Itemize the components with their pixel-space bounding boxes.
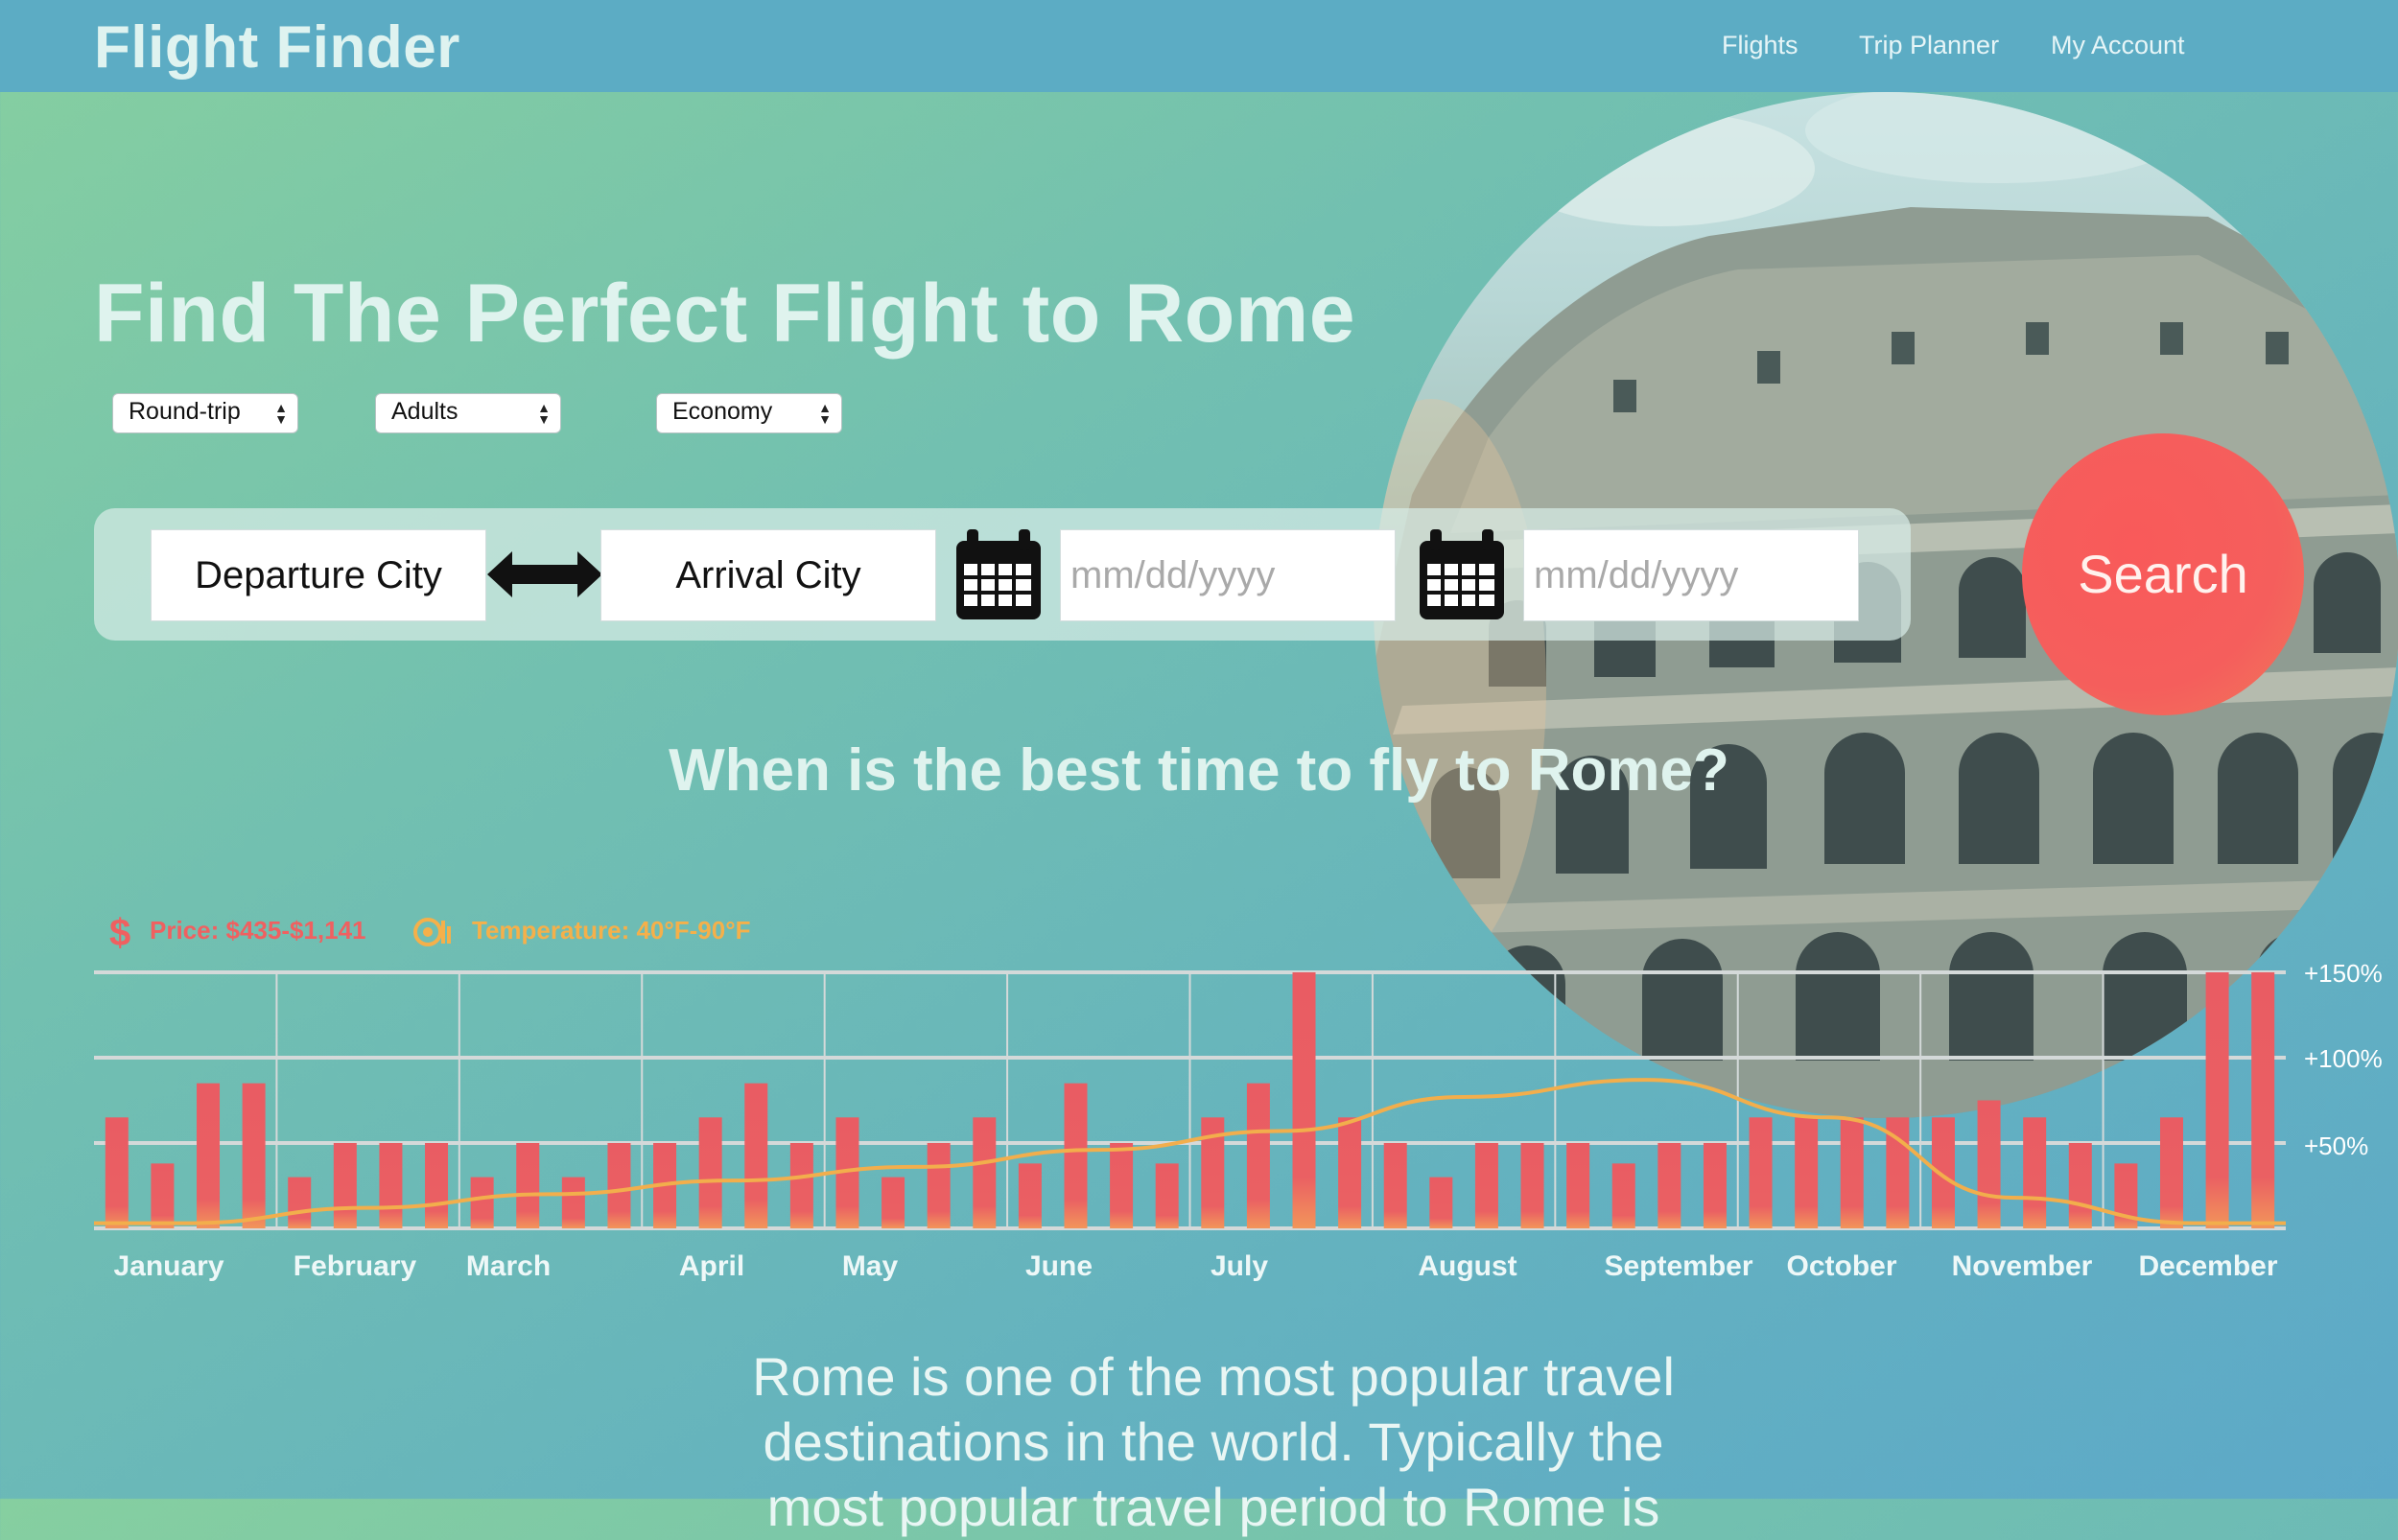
price-bar <box>1292 972 1316 1228</box>
x-axis-month-label: December <box>2138 1250 2277 1282</box>
y-axis-label: +150% <box>2304 959 2383 988</box>
price-bar <box>1246 1083 1270 1228</box>
x-axis-month-label: September <box>1604 1250 1752 1282</box>
hero-title: Find The Perfect Flight to Rome <box>94 268 1356 360</box>
price-bar <box>1018 1163 1042 1228</box>
temperature-legend: Temperature: 40°F-90°F <box>472 916 751 945</box>
x-axis-month-label: August <box>1418 1250 1516 1282</box>
select-arrows-icon: ▲ ▼ <box>537 400 551 427</box>
swap-arrow-icon[interactable] <box>487 549 602 599</box>
description-line: Rome is one of the most popular travel <box>752 1346 1675 1407</box>
price-bar <box>744 1083 768 1228</box>
brand-logo[interactable]: Flight Finder <box>94 13 460 82</box>
price-bar <box>425 1143 449 1228</box>
price-bar <box>1703 1143 1727 1228</box>
price-bar <box>1520 1143 1544 1228</box>
x-axis-month-label: June <box>1025 1250 1093 1282</box>
price-bar <box>470 1177 494 1228</box>
price-bar <box>2023 1117 2047 1228</box>
price-bar <box>1840 1117 1864 1228</box>
thermometer-icon <box>413 918 451 946</box>
select-arrows-icon: ▲ ▼ <box>274 400 288 427</box>
price-bar <box>698 1117 722 1228</box>
price-bar <box>516 1143 540 1228</box>
select-arrows-icon: ▲ ▼ <box>818 400 832 427</box>
x-axis-month-label: May <box>842 1250 899 1282</box>
nav-my-account[interactable]: My Account <box>2051 31 2185 60</box>
best-time-heading: When is the best time to fly to Rome? <box>669 737 1729 804</box>
x-axis-month-label: March <box>466 1250 551 1282</box>
price-bar <box>973 1117 997 1228</box>
price-bar <box>333 1143 357 1228</box>
x-axis-month-label: February <box>294 1250 417 1282</box>
price-bar <box>882 1177 905 1228</box>
price-bar <box>1566 1143 1590 1228</box>
search-button[interactable]: Search <box>2022 433 2304 715</box>
departure-date-input[interactable]: mm/dd/yyyy <box>1060 529 1396 621</box>
x-axis-month-label: April <box>679 1250 744 1282</box>
price-bar <box>1429 1177 1453 1228</box>
description-line: destinations in the world. Typically the <box>763 1412 1664 1472</box>
passengers-value: Adults <box>391 398 458 425</box>
price-bar <box>1064 1083 1088 1228</box>
departure-city-input[interactable]: Departure City <box>151 529 486 621</box>
x-axis-month-label: July <box>1211 1250 1268 1282</box>
calendar-icon[interactable] <box>953 527 1044 623</box>
price-bar <box>927 1143 951 1228</box>
svg-text:$: $ <box>109 912 130 951</box>
price-bar <box>1338 1117 1362 1228</box>
calendar-icon[interactable] <box>1417 527 1507 623</box>
price-bar <box>151 1163 175 1228</box>
trip-type-value: Round-trip <box>129 398 241 425</box>
price-bar <box>1931 1117 1955 1228</box>
price-bar <box>197 1083 221 1228</box>
price-bar <box>288 1177 312 1228</box>
x-axis-month-label: January <box>113 1250 223 1282</box>
passengers-select[interactable]: Adults ▲ ▼ <box>375 393 561 433</box>
price-bar <box>607 1143 631 1228</box>
price-bar <box>379 1143 403 1228</box>
price-bar <box>242 1083 266 1228</box>
price-bar <box>2251 972 2275 1228</box>
return-date-input[interactable]: mm/dd/yyyy <box>1523 529 1859 621</box>
top-navigation-bar: Flight Finder Flights Trip Planner My Ac… <box>0 0 2398 92</box>
x-axis-month-label: October <box>1786 1250 1896 1282</box>
price-bar <box>1749 1117 1773 1228</box>
price-bar <box>1155 1163 1179 1228</box>
description-line: most popular travel period to Rome is <box>766 1477 1660 1537</box>
nav-trip-planner[interactable]: Trip Planner <box>1859 31 1999 60</box>
price-bar <box>2205 972 2229 1228</box>
price-bar <box>1657 1143 1681 1228</box>
price-bar <box>789 1143 813 1228</box>
price-bar <box>2068 1143 2092 1228</box>
y-axis-label: +100% <box>2304 1044 2383 1073</box>
cabin-class-select[interactable]: Economy ▲ ▼ <box>656 393 842 433</box>
price-bar <box>1611 1163 1635 1228</box>
trip-type-select[interactable]: Round-trip ▲ ▼ <box>112 393 298 433</box>
nav-flights[interactable]: Flights <box>1722 31 1798 60</box>
price-bar <box>1474 1143 1498 1228</box>
price-bar <box>1795 1117 1819 1228</box>
rome-description: Rome is one of the most popular travel d… <box>671 1344 1755 1540</box>
cabin-class-value: Economy <box>672 398 773 425</box>
price-temperature-chart: +150% +100% +50% January February March April… <box>93 959 2383 1282</box>
dollar-icon: $ <box>109 912 130 951</box>
price-bar <box>105 1117 129 1228</box>
x-axis-month-label: November <box>1952 1250 2093 1282</box>
price-legend: Price: $435-$1,141 <box>150 916 366 945</box>
price-bar <box>1383 1143 1407 1228</box>
price-bar <box>1110 1143 1134 1228</box>
price-bar <box>561 1177 585 1228</box>
arrival-city-input[interactable]: Arrival City <box>600 529 936 621</box>
price-bar <box>2159 1117 2183 1228</box>
price-bar <box>1977 1100 2001 1228</box>
y-axis-label: +50% <box>2304 1132 2368 1160</box>
